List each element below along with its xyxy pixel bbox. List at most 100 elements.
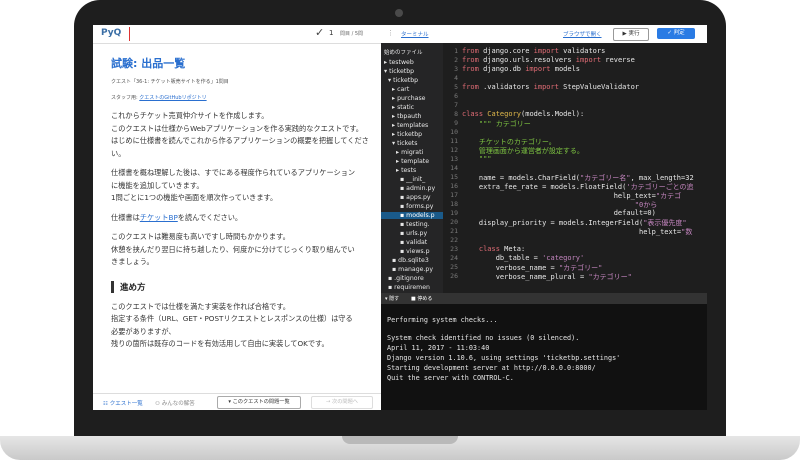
code-editor[interactable]: 1 2 3 4 5 6 7 8 9 10 11 12 13 14 15 16 1… bbox=[443, 43, 707, 293]
quest-info: クエスト「36-1: チケット販売サイトを作る」1問目 bbox=[111, 79, 229, 85]
line-number: 8 bbox=[454, 110, 458, 118]
tree-item[interactable]: ▸ ticketbp bbox=[392, 131, 422, 138]
pyq-logo[interactable]: PyQ bbox=[101, 28, 121, 38]
tree-item-label: ticketbp bbox=[389, 68, 415, 75]
run-button[interactable]: ▶ 実行 bbox=[613, 28, 649, 41]
screen: PyQ ✓ 1 問目 / 5問 試験: 出品一覧 クエスト「36-1: チケット… bbox=[93, 25, 707, 410]
text-line: このクエストでは仕様を満たす実装を作れば合格です。 bbox=[111, 301, 290, 311]
tree-item[interactable]: ▪ validat bbox=[400, 239, 427, 246]
text-line: 残りの箇所は既存のコードを有効活用して自由に実装してOKです。 bbox=[111, 339, 329, 348]
code-text: default=0) bbox=[462, 209, 656, 217]
line-number: 4 bbox=[454, 74, 458, 82]
code-text: verbose_name = bbox=[462, 264, 559, 272]
code-string: "表示優先度" bbox=[643, 219, 687, 227]
tree-item[interactable]: ▪ forms.py bbox=[400, 203, 433, 210]
tree-item[interactable]: ▸ template bbox=[396, 158, 429, 165]
code-string: "カテゴリー名" bbox=[580, 174, 631, 182]
check-icon: ✓ bbox=[315, 26, 325, 39]
tree-item-label: .gitignore bbox=[394, 275, 424, 282]
code-text: reverse bbox=[601, 56, 635, 64]
tree-item[interactable]: ▸ templates bbox=[392, 122, 428, 129]
code-keyword: class bbox=[462, 245, 500, 253]
text-line: に機能を追加していきます。 bbox=[111, 180, 204, 190]
tree-item[interactable]: ▸ cart bbox=[392, 86, 409, 93]
problem-list-button[interactable]: ▾ このクエストの問題一覧 bbox=[217, 396, 301, 409]
judge-button[interactable]: ✓ 判定 bbox=[657, 28, 695, 39]
tree-item[interactable]: ▸ tests bbox=[396, 167, 416, 174]
tree-item[interactable]: ▪ admin.py bbox=[400, 185, 435, 192]
stop-server-button[interactable]: ■ 停める bbox=[411, 295, 432, 302]
tree-item[interactable]: ▪ .gitignore bbox=[388, 275, 424, 282]
tree-item-label: __init_ bbox=[406, 176, 426, 183]
spec-link-paragraph: 仕様書はチケットBPを読んでください。 bbox=[111, 212, 373, 225]
tree-item[interactable]: ▪ testing. bbox=[400, 221, 430, 228]
tree-item[interactable]: ▸ tbpauth bbox=[392, 113, 421, 120]
code-line: verbose_name_plural = "カテゴリー" bbox=[462, 272, 632, 282]
tree-item[interactable]: ▾ tickets bbox=[392, 140, 417, 147]
tree-item[interactable]: ▪ db.sqlite3 bbox=[392, 257, 429, 264]
tree-item-label: static bbox=[397, 104, 415, 111]
tree-item[interactable]: ▸ migrati bbox=[396, 149, 423, 156]
code-line: from .validators import StepValueValidat… bbox=[462, 83, 639, 91]
tree-item-label: cart bbox=[397, 86, 410, 93]
line-number: 24 bbox=[450, 254, 458, 262]
code-text: name = models.CharField( bbox=[462, 174, 581, 182]
terminal-link[interactable]: ターミナル bbox=[401, 30, 429, 38]
text-span: を読んでください。 bbox=[177, 212, 243, 222]
tree-item[interactable]: ▪ views.p bbox=[400, 248, 430, 255]
code-keyword: from bbox=[462, 83, 479, 91]
open-browser-link[interactable]: ブラウザで開く bbox=[563, 30, 602, 38]
tree-item-label: manage.py bbox=[398, 266, 433, 273]
ticketbp-spec-link[interactable]: チケットBP bbox=[140, 213, 178, 222]
tree-item[interactable]: ▪ requiremen bbox=[388, 284, 430, 291]
text-line: 1問ごとに1つの機能や画面を順次作っていきます。 bbox=[111, 193, 278, 202]
code-text: StepValueValidator bbox=[558, 83, 640, 91]
problem-content: 試験: 出品一覧 クエスト「36-1: チケット販売サイトを作る」1問目 スタッ… bbox=[111, 55, 373, 358]
code-keyword: class bbox=[462, 110, 484, 118]
tree-item[interactable]: ▪ __init_ bbox=[400, 176, 425, 183]
text-line: 仕様書を概ね理解した後は、すでにある程度作られているアプリケーション bbox=[111, 168, 356, 177]
code-text: django.urls.resolvers bbox=[478, 56, 576, 64]
tree-item-label: urls.py bbox=[406, 230, 428, 237]
line-number: 3 bbox=[454, 65, 458, 73]
line-number: 21 bbox=[450, 227, 458, 235]
line-number: 7 bbox=[454, 101, 458, 109]
terminal-output[interactable]: Performing system checks... System check… bbox=[381, 304, 707, 410]
tree-item[interactable]: ▾ ticketbp bbox=[388, 77, 418, 84]
next-problem-button[interactable]: → 次の問題へ bbox=[311, 396, 373, 409]
line-number: 19 bbox=[450, 209, 458, 217]
code-keyword: from bbox=[462, 65, 479, 73]
text-line: 必要がありますが、 bbox=[111, 326, 176, 336]
tree-item-selected[interactable]: ▪ models.p bbox=[381, 212, 443, 219]
line-number: 14 bbox=[450, 164, 458, 172]
code-string: 'カテゴリーごとの追 bbox=[626, 183, 694, 191]
tree-item[interactable]: ▸ purchase bbox=[392, 95, 425, 102]
code-class: Category bbox=[483, 110, 522, 118]
code-text: django.db bbox=[478, 65, 526, 73]
github-repo-link[interactable]: クエストのGitHubリポジトリ bbox=[139, 95, 206, 101]
difficulty-paragraph: このクエストは難易度も高いですし時間もかかります。 休憩を挟んだり翌日に持ち越し… bbox=[111, 231, 373, 269]
menu-icon[interactable]: ⋮ bbox=[387, 29, 394, 37]
tree-item[interactable]: ▪ urls.py bbox=[400, 230, 427, 237]
line-number: 16 bbox=[450, 182, 458, 190]
terminal-line: Quit the server with CONTROL-C. bbox=[387, 374, 514, 382]
quest-list-link[interactable]: ☷ クエスト一覧 bbox=[103, 399, 143, 407]
line-number: 2 bbox=[454, 56, 458, 64]
intro-paragraph: これからチケット売買仲介サイトを作成します。 このクエストは仕様からWebアプリ… bbox=[111, 110, 373, 160]
hide-terminal-button[interactable]: ▾ 隠す bbox=[385, 295, 399, 302]
text-line: はじめに仕様書を読んでこれから作るアプリケーションの概要を把握してください。 bbox=[111, 136, 369, 158]
code-text: db_table = bbox=[462, 254, 543, 262]
tree-item[interactable]: ▪ manage.py bbox=[392, 266, 433, 273]
code-text: help_text= bbox=[462, 228, 682, 236]
tree-item[interactable]: ▸ static bbox=[392, 104, 414, 111]
tree-header: 始めのファイル bbox=[384, 50, 423, 56]
answers-link[interactable]: ⚇ みんなの解答 bbox=[155, 399, 195, 407]
tree-item-label: tests bbox=[401, 167, 417, 174]
tree-item-label: forms.py bbox=[406, 203, 434, 210]
code-keyword: import bbox=[525, 65, 551, 73]
tree-item[interactable]: ▪ apps.py bbox=[400, 194, 431, 201]
tree-item[interactable]: ▸ testweb bbox=[384, 59, 414, 66]
text-line: 休憩を挟んだり翌日に持ち越したり、何度かに分けてじっくり取り組んでい bbox=[111, 244, 355, 254]
method-paragraph: このクエストでは仕様を満たす実装を作れば合格です。 指定する条件（URL、GET… bbox=[111, 301, 373, 351]
tree-item[interactable]: ▾ ticketbp bbox=[384, 68, 414, 75]
